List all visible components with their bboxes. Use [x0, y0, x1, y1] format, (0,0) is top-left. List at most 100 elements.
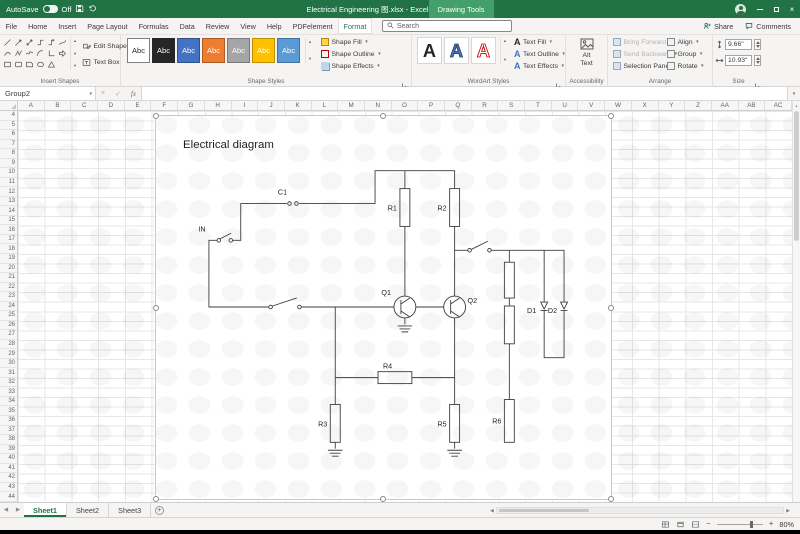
vertical-scrollbar[interactable]: ▴ — [792, 101, 800, 502]
row-header-24[interactable]: 24 — [0, 302, 17, 312]
row-header-40[interactable]: 40 — [0, 454, 17, 464]
column-header-AB[interactable]: AB — [739, 101, 766, 110]
column-header-E[interactable]: E — [125, 101, 152, 110]
shape-rounded-rectangle-icon[interactable] — [13, 59, 24, 70]
align-button[interactable]: Align ▾ — [665, 37, 706, 47]
row-header-38[interactable]: 38 — [0, 435, 17, 445]
sheet-tab-sheet3[interactable]: Sheet3 — [109, 503, 152, 517]
zoom-level[interactable]: 80% — [779, 520, 794, 529]
switch-terminal[interactable] — [268, 304, 273, 310]
selection-handle[interactable] — [608, 305, 614, 311]
hscroll-right-icon[interactable]: ▶ — [786, 508, 790, 514]
row-header-39[interactable]: 39 — [0, 445, 17, 455]
gallery-more-icon[interactable]: ▾ — [74, 63, 76, 69]
ribbon-tab-view[interactable]: View — [235, 18, 261, 34]
minimize-button[interactable] — [752, 0, 768, 18]
row-header-12[interactable]: 12 — [0, 187, 17, 197]
select-all-corner[interactable] — [0, 101, 18, 111]
contextual-tab-drawing-tools[interactable]: Drawing Tools — [428, 0, 494, 18]
enter-icon[interactable]: ✓ — [115, 90, 121, 98]
ribbon-tab-format[interactable]: Format — [338, 18, 372, 34]
name-box-dropdown-icon[interactable]: ▾ — [89, 91, 92, 97]
name-box[interactable]: Group2 ▾ — [0, 87, 96, 100]
ribbon-tab-pdfelement[interactable]: PDFelement — [287, 18, 338, 34]
resistor-r3[interactable] — [329, 404, 341, 443]
scroll-down-icon[interactable]: ▾ — [504, 57, 506, 63]
column-header-Q[interactable]: Q — [445, 101, 472, 110]
scroll-up-icon[interactable]: ▴ — [309, 39, 311, 45]
column-header-V[interactable]: V — [578, 101, 606, 110]
comments-button[interactable]: Comments — [740, 20, 796, 33]
column-header-L[interactable]: L — [312, 101, 339, 110]
row-header-9[interactable]: 9 — [0, 159, 17, 169]
shape-l-shape-icon[interactable] — [46, 48, 57, 59]
column-header-P[interactable]: P — [418, 101, 445, 110]
shape-style-preset-4[interactable]: Abc — [202, 38, 225, 63]
shape-effects-button[interactable]: Shape Effects ▾ — [319, 61, 383, 71]
column-header-H[interactable]: H — [205, 101, 232, 110]
shape-rectangle-icon[interactable] — [2, 59, 13, 70]
ribbon-tab-home[interactable]: Home — [23, 18, 53, 34]
row-header-25[interactable]: 25 — [0, 311, 17, 321]
sheet-nav-left-icon[interactable]: ◀ — [0, 503, 12, 517]
shape-freeform-icon[interactable] — [13, 48, 24, 59]
selection-handle[interactable] — [608, 496, 614, 502]
column-header-Z[interactable]: Z — [685, 101, 712, 110]
row-header-20[interactable]: 20 — [0, 264, 17, 274]
selection-handle[interactable] — [153, 305, 159, 311]
column-header-O[interactable]: O — [392, 101, 419, 110]
row-header-5[interactable]: 5 — [0, 121, 17, 131]
column-header-R[interactable]: R — [472, 101, 499, 110]
page-break-view-button[interactable] — [691, 520, 700, 529]
search-box[interactable]: Search — [381, 20, 512, 32]
column-header-D[interactable]: D — [98, 101, 125, 110]
shape-style-preset-5[interactable]: Abc — [227, 38, 250, 63]
row-header-34[interactable]: 34 — [0, 397, 17, 407]
shape-line-arrow-icon[interactable] — [13, 37, 24, 48]
selection-handle[interactable] — [380, 496, 386, 502]
sheet-tab-sheet1[interactable]: Sheet1 — [24, 503, 67, 517]
shape-scribble-icon[interactable] — [24, 48, 35, 59]
column-header-S[interactable]: S — [498, 101, 526, 110]
column-header-G[interactable]: G — [178, 101, 205, 110]
selection-handle[interactable] — [153, 113, 159, 119]
ribbon-tab-help[interactable]: Help — [261, 18, 287, 34]
shape-curve-icon[interactable] — [2, 48, 13, 59]
shape-style-preset-1[interactable]: Abc — [127, 38, 150, 63]
row-header-21[interactable]: 21 — [0, 273, 17, 283]
wordart-preset-2[interactable]: A — [444, 37, 469, 64]
row-header-41[interactable]: 41 — [0, 464, 17, 474]
resistor-block-a[interactable] — [503, 261, 515, 299]
undo-icon[interactable] — [88, 4, 97, 15]
shape-width-input[interactable] — [725, 55, 752, 66]
transistor-q1[interactable] — [393, 295, 417, 319]
horizontal-scrollbar[interactable]: ◀ ▶ — [490, 506, 790, 515]
save-icon[interactable] — [75, 4, 84, 15]
ribbon-tab-formulas[interactable]: Formulas — [133, 18, 174, 34]
row-header-18[interactable]: 18 — [0, 244, 17, 254]
selection-handle[interactable] — [608, 113, 614, 119]
shape-oval-icon[interactable] — [35, 59, 46, 70]
resistor-r4[interactable] — [377, 371, 413, 385]
electrical-diagram[interactable]: Electrical diagram C1 IN R1 R2 Q1 Q2 D1 … — [156, 116, 611, 499]
row-header-42[interactable]: 42 — [0, 473, 17, 483]
maximize-button[interactable] — [768, 0, 784, 18]
shape-curved-connector-icon[interactable] — [57, 37, 68, 48]
column-header-F[interactable]: F — [151, 101, 179, 110]
scrollbar-up-icon[interactable]: ▴ — [793, 101, 800, 109]
autosave-toggle[interactable] — [42, 5, 58, 13]
shape-style-scrollbar[interactable]: ▴ ▾ — [305, 38, 314, 63]
ribbon-tab-review[interactable]: Review — [200, 18, 235, 34]
contact-terminal[interactable] — [287, 201, 292, 206]
column-header-I[interactable]: I — [232, 101, 259, 110]
row-header-37[interactable]: 37 — [0, 426, 17, 436]
text-fill-button[interactable]: A Text Fill ▾ — [512, 37, 567, 47]
shape-style-preset-2[interactable]: Abc — [152, 38, 175, 63]
shape-elbow-arrow-icon[interactable] — [46, 37, 57, 48]
normal-view-button[interactable] — [661, 520, 670, 529]
row-header-23[interactable]: 23 — [0, 292, 17, 302]
shape-style-preset-3[interactable]: Abc — [177, 38, 200, 63]
contact-terminal[interactable] — [228, 238, 234, 243]
scroll-down-icon[interactable]: ▾ — [309, 56, 311, 62]
shape-gallery-scrollbar[interactable]: ▴ ▾ ▾ — [70, 37, 79, 70]
